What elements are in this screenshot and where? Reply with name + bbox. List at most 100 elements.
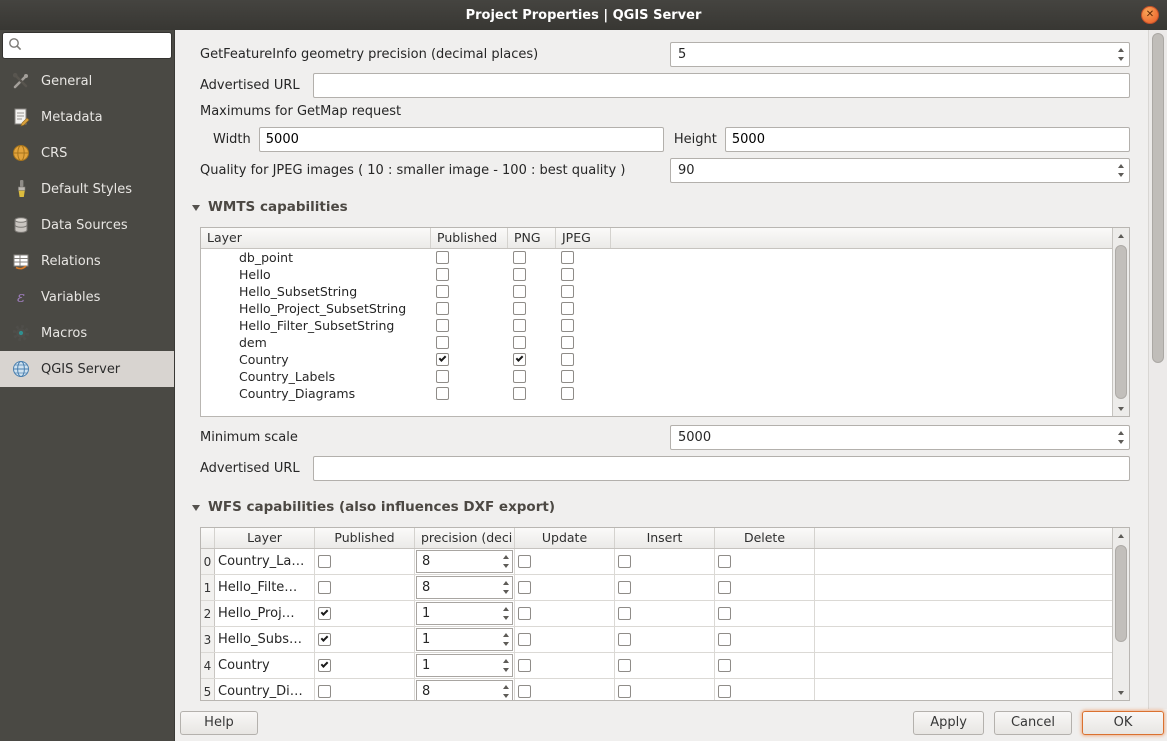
minimum-scale-spinbox[interactable]: 5000: [670, 425, 1130, 450]
sidebar-item-data-sources[interactable]: Data Sources: [0, 207, 174, 243]
sidebar-item-qgis-server[interactable]: QGIS Server: [0, 351, 174, 387]
wfs-column-header[interactable]: Delete: [715, 528, 815, 548]
sidebar-item-variables[interactable]: εVariables: [0, 279, 174, 315]
wfs-row[interactable]: 1Hello_Filte…8: [201, 575, 1112, 601]
wmts-png-checkbox[interactable]: [513, 285, 526, 298]
wmts-row[interactable]: Hello: [201, 266, 1112, 283]
wfs-precision-spinbox[interactable]: 8: [416, 680, 513, 700]
wmts-jpeg-checkbox[interactable]: [561, 319, 574, 332]
wmts-jpeg-checkbox[interactable]: [561, 302, 574, 315]
wmts-section-header[interactable]: WMTS capabilities: [192, 199, 1130, 215]
main-scrollbar-thumb[interactable]: [1152, 33, 1164, 363]
wmts-jpeg-checkbox[interactable]: [561, 251, 574, 264]
width-input[interactable]: [259, 127, 664, 152]
spin-up-icon[interactable]: [1118, 164, 1124, 168]
spin-buttons[interactable]: [1113, 159, 1129, 182]
wfs-precision-spinbox[interactable]: 1: [416, 602, 513, 625]
wfs-update-checkbox[interactable]: [518, 685, 531, 698]
wfs-published-checkbox[interactable]: [318, 581, 331, 594]
wmts-published-checkbox[interactable]: [436, 353, 449, 366]
spin-down-icon[interactable]: [503, 616, 509, 620]
scroll-track[interactable]: [1113, 243, 1129, 401]
height-input[interactable]: [725, 127, 1130, 152]
wfs-row-index[interactable]: 3: [201, 627, 215, 652]
wmts-row[interactable]: Hello_Filter_SubsetString: [201, 317, 1112, 334]
wmts-published-checkbox[interactable]: [436, 285, 449, 298]
wfs-precision-spinbox[interactable]: 1: [416, 628, 513, 651]
sidebar-item-metadata[interactable]: Metadata: [0, 99, 174, 135]
spin-buttons[interactable]: [499, 577, 512, 598]
search-input[interactable]: [26, 39, 166, 53]
wfs-row[interactable]: 2Hello_Proj…1: [201, 601, 1112, 627]
wmts-png-checkbox[interactable]: [513, 319, 526, 332]
wfs-insert-checkbox[interactable]: [618, 685, 631, 698]
wfs-column-header[interactable]: Update: [515, 528, 615, 548]
wmts-published-checkbox[interactable]: [436, 336, 449, 349]
wfs-column-header[interactable]: Layer: [215, 528, 315, 548]
wmts-scrollbar[interactable]: [1112, 228, 1129, 416]
wmts-png-checkbox[interactable]: [513, 268, 526, 281]
wfs-row-index[interactable]: 5: [201, 679, 215, 700]
spin-down-icon[interactable]: [503, 668, 509, 672]
spin-up-icon[interactable]: [503, 685, 509, 689]
wfs-delete-checkbox[interactable]: [718, 581, 731, 594]
spin-buttons[interactable]: [499, 629, 512, 650]
wfs-section-header[interactable]: WFS capabilities (also influences DXF ex…: [192, 499, 1130, 515]
wmts-row[interactable]: Hello_SubsetString: [201, 283, 1112, 300]
wfs-published-checkbox[interactable]: [318, 633, 331, 646]
wmts-column-header[interactable]: JPEG: [556, 228, 611, 248]
scroll-up-button[interactable]: [1113, 228, 1129, 243]
wfs-update-checkbox[interactable]: [518, 607, 531, 620]
help-button[interactable]: Help: [180, 711, 258, 735]
wmts-png-checkbox[interactable]: [513, 353, 526, 366]
wmts-published-checkbox[interactable]: [436, 251, 449, 264]
scroll-down-button[interactable]: [1113, 401, 1129, 416]
wfs-row[interactable]: 0Country_La…8: [201, 549, 1112, 575]
scroll-thumb[interactable]: [1115, 245, 1127, 399]
spin-buttons[interactable]: [499, 681, 512, 700]
spin-up-icon[interactable]: [503, 607, 509, 611]
spin-down-icon[interactable]: [503, 694, 509, 698]
wfs-precision-spinbox[interactable]: 8: [416, 576, 513, 599]
close-button[interactable]: ✕: [1141, 6, 1159, 24]
wfs-column-header[interactable]: Insert: [615, 528, 715, 548]
wfs-scrollbar[interactable]: [1112, 528, 1129, 700]
wfs-row-index[interactable]: 1: [201, 575, 215, 600]
spin-up-icon[interactable]: [1118, 48, 1124, 52]
wfs-column-header[interactable]: precision (deci: [415, 528, 515, 548]
wfs-delete-checkbox[interactable]: [718, 685, 731, 698]
sidebar-item-default-styles[interactable]: Default Styles: [0, 171, 174, 207]
wmts-row[interactable]: Country: [201, 351, 1112, 368]
wfs-insert-checkbox[interactable]: [618, 607, 631, 620]
wmts-png-checkbox[interactable]: [513, 370, 526, 383]
sidebar-item-macros[interactable]: Macros: [0, 315, 174, 351]
spin-buttons[interactable]: [499, 655, 512, 676]
spin-down-icon[interactable]: [1118, 57, 1124, 61]
titlebar[interactable]: Project Properties | QGIS Server ✕: [0, 0, 1167, 30]
wmts-jpeg-checkbox[interactable]: [561, 268, 574, 281]
wfs-precision-spinbox[interactable]: 8: [416, 550, 513, 573]
wmts-png-checkbox[interactable]: [513, 336, 526, 349]
wmts-jpeg-checkbox[interactable]: [561, 387, 574, 400]
wmts-png-checkbox[interactable]: [513, 302, 526, 315]
wfs-precision-spinbox[interactable]: 1: [416, 654, 513, 677]
spin-down-icon[interactable]: [1118, 440, 1124, 444]
spin-up-icon[interactable]: [503, 555, 509, 559]
wmts-column-header[interactable]: Published: [431, 228, 508, 248]
wmts-jpeg-checkbox[interactable]: [561, 285, 574, 298]
spin-down-icon[interactable]: [503, 590, 509, 594]
wmts-jpeg-checkbox[interactable]: [561, 336, 574, 349]
wfs-update-checkbox[interactable]: [518, 555, 531, 568]
wfs-published-checkbox[interactable]: [318, 607, 331, 620]
wfs-delete-checkbox[interactable]: [718, 555, 731, 568]
scroll-down-button[interactable]: [1113, 685, 1129, 700]
spin-up-icon[interactable]: [503, 659, 509, 663]
sidebar-item-relations[interactable]: Relations: [0, 243, 174, 279]
spin-buttons[interactable]: [499, 603, 512, 624]
wfs-delete-checkbox[interactable]: [718, 659, 731, 672]
advertised-url-input[interactable]: [313, 73, 1130, 98]
wmts-column-header[interactable]: Layer: [201, 228, 431, 248]
ok-button[interactable]: OK: [1082, 711, 1164, 735]
wfs-update-checkbox[interactable]: [518, 633, 531, 646]
wfs-published-checkbox[interactable]: [318, 659, 331, 672]
